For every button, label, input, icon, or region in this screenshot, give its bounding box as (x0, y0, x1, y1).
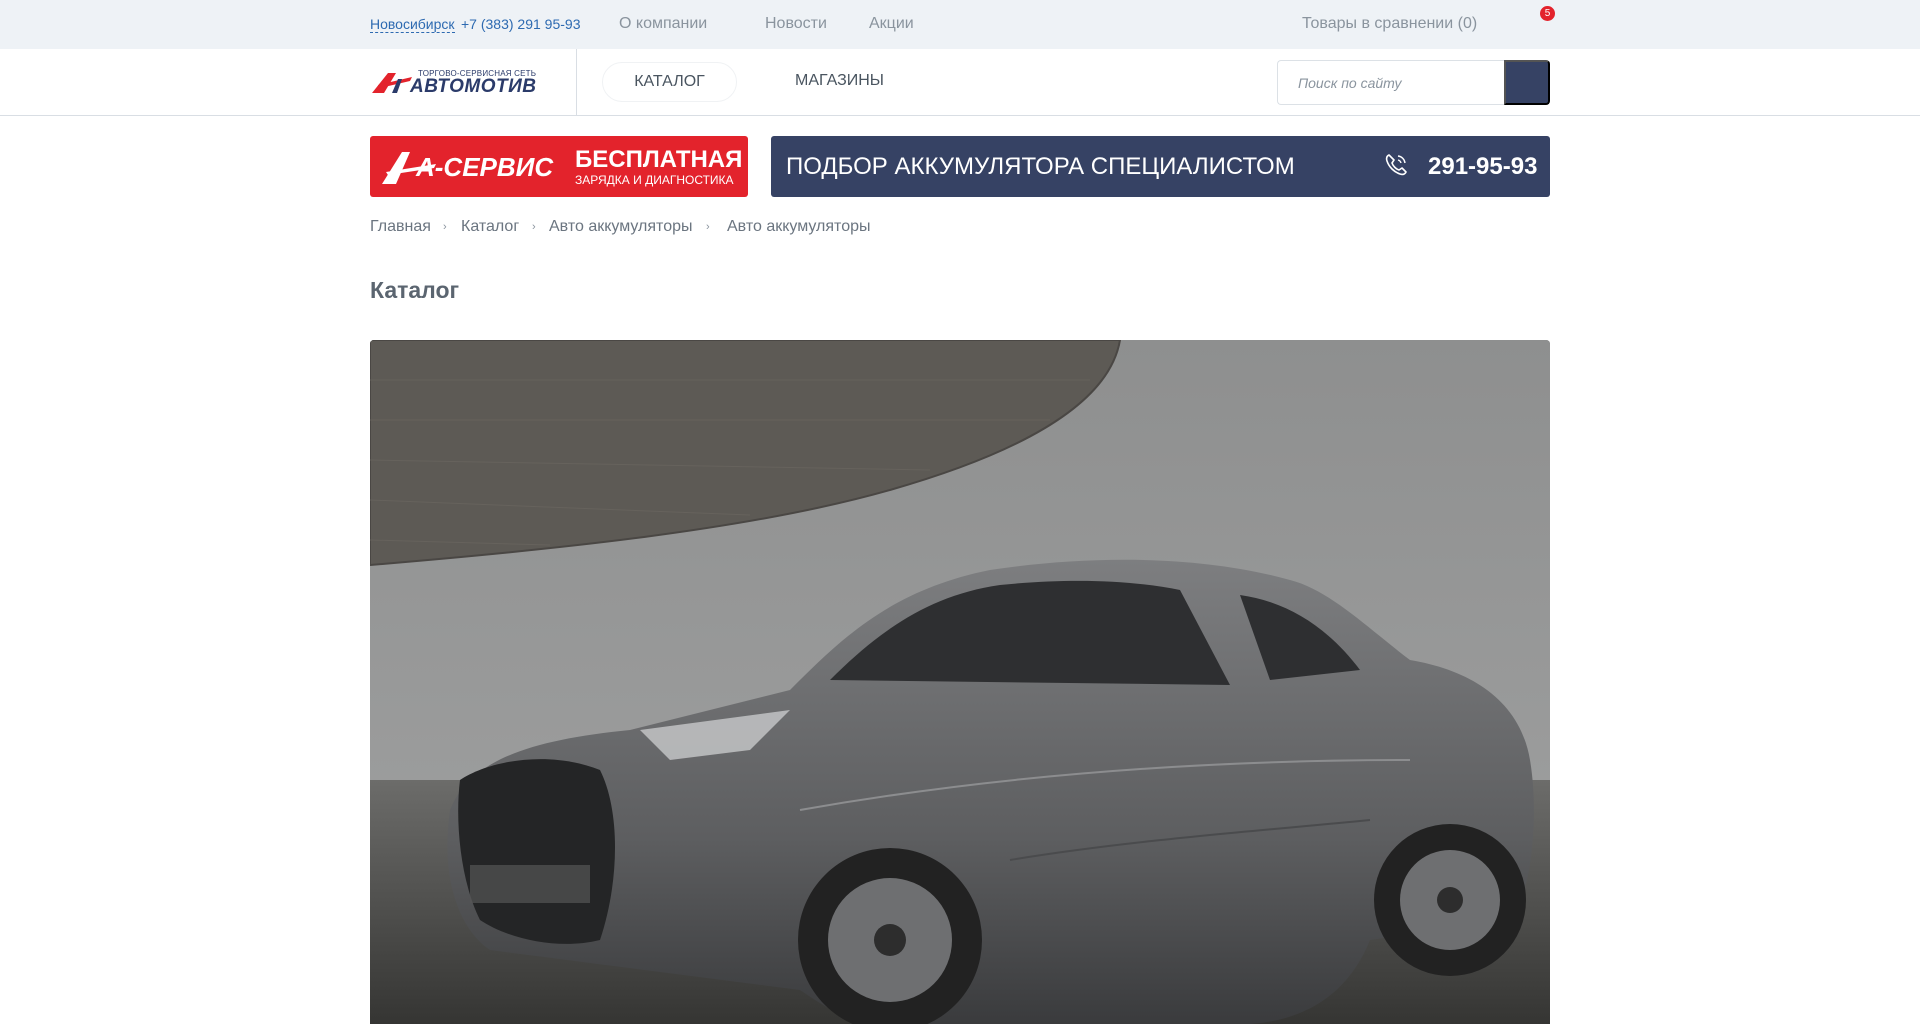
chevron-right-icon: › (443, 221, 447, 233)
logo-brand-name: АВТОМОТИВ (410, 76, 537, 97)
chevron-right-icon: › (532, 221, 536, 233)
cart-icon[interactable] (1512, 7, 1542, 37)
main-header: ТОРГОВО-СЕРВИСНАЯ СЕТЬ АВТОМОТИВ КАТАЛОГ… (0, 49, 1920, 116)
menu-shops-link[interactable]: МАГАЗИНЫ (795, 72, 884, 90)
city-selector[interactable]: Новосибирск (370, 16, 455, 33)
search-input[interactable] (1278, 61, 1505, 104)
breadcrumb-catalog[interactable]: Каталог (461, 218, 519, 236)
header-divider (576, 49, 577, 116)
battery-banner-title: ПОДБОР АККУМУЛЯТОРА СПЕЦИАЛИСТОМ (786, 153, 1295, 180)
logo-mark-icon (372, 73, 412, 93)
nav-link-about[interactable]: О компании (619, 15, 707, 33)
breadcrumb-batteries[interactable]: Авто аккумуляторы (549, 218, 692, 236)
aservice-brand: А-СЕРВИС (416, 152, 554, 182)
battery-selection-banner[interactable]: ПОДБОР АККУМУЛЯТОРА СПЕЦИАЛИСТОМ 291-95-… (771, 136, 1550, 197)
search-button[interactable] (1504, 60, 1550, 105)
menu-catalog-button[interactable]: КАТАЛОГ (602, 62, 737, 102)
top-bar: Новосибирск +7 (383) 291 95-93 О компани… (0, 0, 1920, 49)
breadcrumb-home[interactable]: Главная (370, 218, 431, 236)
nav-link-promotions[interactable]: Акции (869, 15, 914, 33)
battery-banner-phone[interactable]: 291-95-93 (1428, 153, 1537, 181)
page-title: Каталог (370, 277, 460, 303)
search-field[interactable] (1277, 60, 1505, 105)
cart-count-badge: 5 (1540, 6, 1555, 21)
nav-link-news[interactable]: Новости (765, 15, 827, 33)
car-photo-illustration (370, 340, 1550, 1024)
free-service-banner[interactable]: А-СЕРВИС БЕСПЛАТНАЯ ЗАРЯДКА И ДИАГНОСТИК… (370, 136, 748, 197)
header-phone-link[interactable]: +7 (383) 291 95-93 (461, 16, 580, 32)
site-logo[interactable]: ТОРГОВО-СЕРВИСНАЯ СЕТЬ АВТОМОТИВ (370, 67, 556, 97)
free-service-headline: БЕСПЛАТНАЯ (575, 146, 743, 173)
chevron-right-icon: › (706, 221, 710, 233)
compare-link[interactable]: Товары в сравнении (0) (1302, 15, 1477, 33)
phone-icon (1385, 154, 1407, 176)
hero-car-image (370, 340, 1550, 1024)
free-service-subline: ЗАРЯДКА И ДИАГНОСТИКА (575, 173, 734, 187)
breadcrumb-current: Авто аккумуляторы (727, 218, 871, 235)
